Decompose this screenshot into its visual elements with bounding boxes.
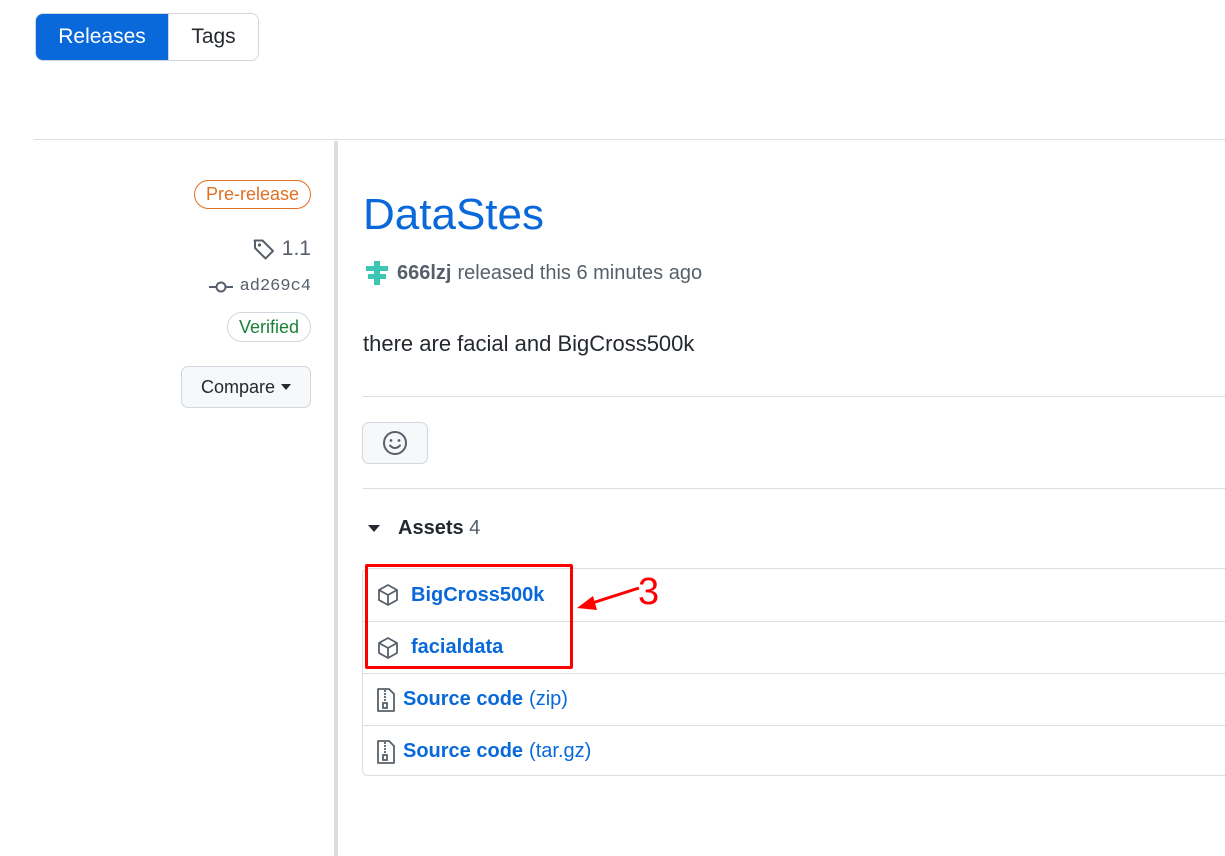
release-description: there are facial and BigCross500k	[363, 331, 695, 356]
asset-row-source-targz[interactable]: Source code (tar.gz)	[363, 725, 1225, 777]
compare-button[interactable]: Compare	[181, 366, 311, 408]
tag-label: 1.1	[281, 237, 311, 260]
tab-releases[interactable]: Releases	[36, 14, 168, 60]
release-byline: 666lzj released this 6 minutes ago	[363, 259, 702, 287]
add-reaction-button[interactable]	[362, 422, 428, 464]
asset-row-source-zip[interactable]: Source code (zip)	[363, 673, 1225, 725]
chevron-down-icon	[281, 384, 292, 390]
asset-suffix: (zip)	[529, 688, 568, 710]
avatar[interactable]	[363, 259, 391, 287]
released-text: released this 6 minutes ago	[457, 261, 703, 284]
divider	[363, 488, 1225, 489]
divider	[363, 396, 1225, 397]
assets-toggle[interactable]: Assets 4	[368, 517, 480, 540]
tag-icon	[253, 239, 274, 260]
asset-suffix: (tar.gz)	[529, 740, 592, 762]
smiley-icon	[383, 431, 407, 455]
commit-sha: ad269c4	[239, 277, 311, 296]
timeline-line	[334, 141, 338, 856]
divider	[34, 139, 1225, 140]
asset-name[interactable]: Source code	[403, 688, 523, 711]
tag-link[interactable]: 1.1	[252, 237, 311, 261]
verified-badge[interactable]: Verified	[226, 312, 311, 342]
pre-release-badge: Pre-release	[193, 180, 311, 209]
release-page: Releases Tags Pre-release 1.1 ad269c4 Ve…	[0, 0, 1225, 856]
caret-down-icon	[368, 525, 380, 532]
commit-link[interactable]: ad269c4	[208, 277, 311, 296]
author-name[interactable]: 666lzj	[397, 262, 451, 285]
annotation-number: 3	[638, 571, 660, 613]
file-zip-icon	[377, 739, 395, 764]
release-title[interactable]: DataStes	[363, 190, 544, 240]
annotation-highlight-box	[365, 564, 573, 669]
compare-label: Compare	[200, 376, 276, 397]
git-commit-icon	[208, 281, 233, 292]
asset-name[interactable]: Source code	[403, 740, 523, 763]
assets-label: Assets	[398, 517, 464, 539]
tab-tags[interactable]: Tags	[168, 14, 258, 60]
file-zip-icon	[377, 687, 395, 712]
releases-tags-tabs: Releases Tags	[35, 13, 259, 61]
assets-count: 4	[469, 517, 481, 539]
annotation-arrow-icon	[577, 586, 640, 610]
